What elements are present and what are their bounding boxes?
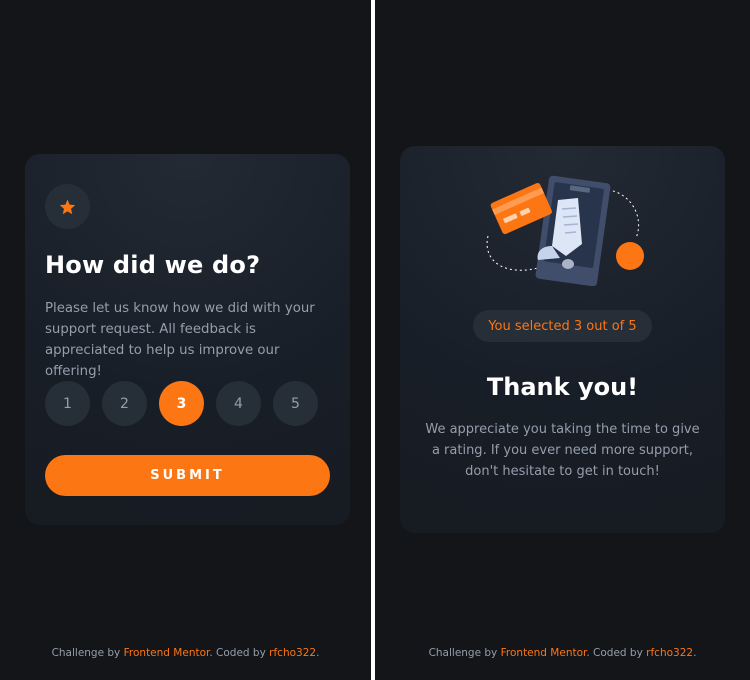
attribution-prefix: Challenge by xyxy=(51,647,121,659)
thanks-card: You selected 3 out of 5 Thank you! We ap… xyxy=(400,146,725,533)
submit-button[interactable]: SUBMIT xyxy=(45,455,330,496)
selected-rating-badge: You selected 3 out of 5 xyxy=(473,310,652,342)
rating-option-3[interactable]: 3 xyxy=(159,381,204,426)
attribution-middle: . Coded by xyxy=(209,647,266,659)
attribution: Challenge by Frontend Mentor. Coded by r… xyxy=(0,647,371,659)
attribution-middle: . Coded by xyxy=(586,647,643,659)
attribution-suffix: . xyxy=(693,647,697,659)
author-link[interactable]: rfcho322 xyxy=(646,647,693,659)
thanks-title: Thank you! xyxy=(486,373,639,401)
thanks-panel: You selected 3 out of 5 Thank you! We ap… xyxy=(375,0,750,680)
rating-title: How did we do? xyxy=(45,251,261,279)
star-icon-circle xyxy=(45,184,90,229)
attribution-prefix: Challenge by xyxy=(428,647,498,659)
rating-option-5[interactable]: 5 xyxy=(273,381,318,426)
rating-options: 1 2 3 4 5 xyxy=(45,381,318,426)
phone-receipt-card-illustration xyxy=(486,175,644,286)
thanks-description: We appreciate you taking the time to giv… xyxy=(425,422,700,479)
rating-panel: How did we do? Please let us know how we… xyxy=(0,0,371,680)
frontend-mentor-link[interactable]: Frontend Mentor xyxy=(501,647,587,659)
attribution-right: Challenge by Frontend Mentor. Coded by r… xyxy=(375,647,750,659)
attribution-suffix: . xyxy=(316,647,320,659)
rating-option-4[interactable]: 4 xyxy=(216,381,261,426)
star-icon xyxy=(59,199,76,214)
frontend-mentor-link[interactable]: Frontend Mentor xyxy=(124,647,210,659)
rating-description: Please let us know how we did with your … xyxy=(45,301,315,379)
rating-option-1[interactable]: 1 xyxy=(45,381,90,426)
author-link[interactable]: rfcho322 xyxy=(269,647,316,659)
rating-option-2[interactable]: 2 xyxy=(102,381,147,426)
rating-card: How did we do? Please let us know how we… xyxy=(25,154,350,525)
